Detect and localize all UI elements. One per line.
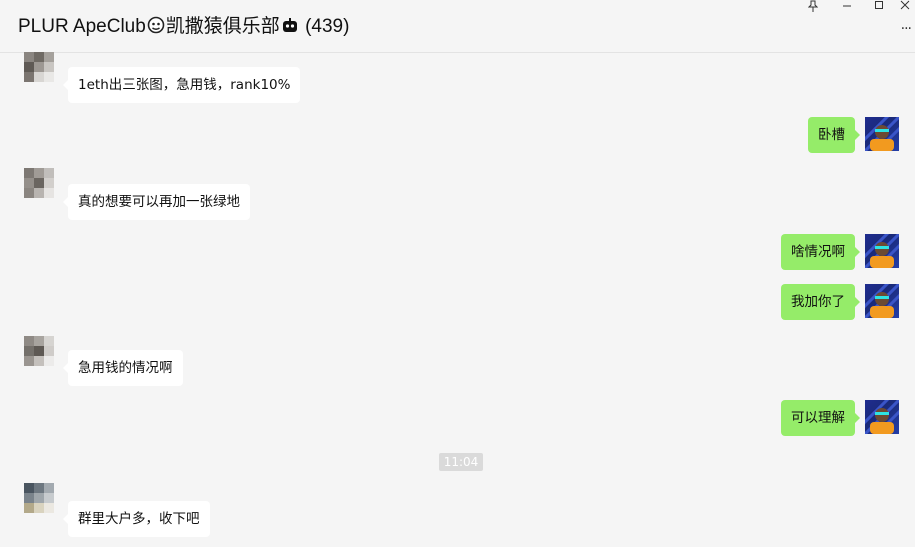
my-avatar[interactable] [865, 400, 899, 434]
ape-emoji-icon [147, 16, 165, 34]
my-avatar[interactable] [865, 234, 899, 268]
chat-title[interactable]: PLUR ApeClub 凯撒猿俱乐部 (439) [18, 11, 349, 38]
pin-button[interactable] [798, 0, 828, 14]
message-bubble-outgoing[interactable]: 可以理解 [781, 400, 860, 436]
chat-title-part2: 凯撒猿俱乐部 [165, 16, 280, 37]
my-avatar[interactable] [865, 117, 899, 151]
my-avatar[interactable] [865, 284, 899, 318]
message-bubble-incoming[interactable]: 1eth出三张图，急用钱，rank10% [62, 67, 301, 103]
message-bubble-incoming[interactable]: 真的想要可以再加一张绿地 [63, 184, 250, 220]
chat-title-part1: PLUR ApeClub [18, 16, 146, 37]
minimize-button[interactable] [832, 0, 862, 14]
sender-avatar[interactable] [24, 52, 58, 86]
more-options-button[interactable]: ··· [901, 22, 912, 36]
maximize-button[interactable] [864, 0, 894, 14]
message-bubble-outgoing[interactable]: 啥情况啊 [781, 234, 860, 270]
message-bubble-outgoing[interactable]: 我加你了 [781, 284, 860, 320]
close-button[interactable] [895, 0, 915, 14]
robot-emoji-icon [281, 16, 299, 34]
member-count: (439) [305, 16, 350, 37]
message-timestamp: 11:04 [439, 453, 483, 471]
sender-avatar[interactable] [24, 168, 58, 202]
sender-avatar[interactable] [24, 336, 58, 370]
chat-header: PLUR ApeClub 凯撒猿俱乐部 (439) ··· [0, 0, 915, 53]
message-bubble-outgoing[interactable]: 卧槽 [808, 117, 860, 153]
message-bubble-incoming[interactable]: 群里大户多，收下吧 [63, 501, 210, 537]
sender-avatar[interactable] [24, 483, 58, 517]
message-bubble-incoming[interactable]: 急用钱的情况啊 [63, 350, 183, 386]
